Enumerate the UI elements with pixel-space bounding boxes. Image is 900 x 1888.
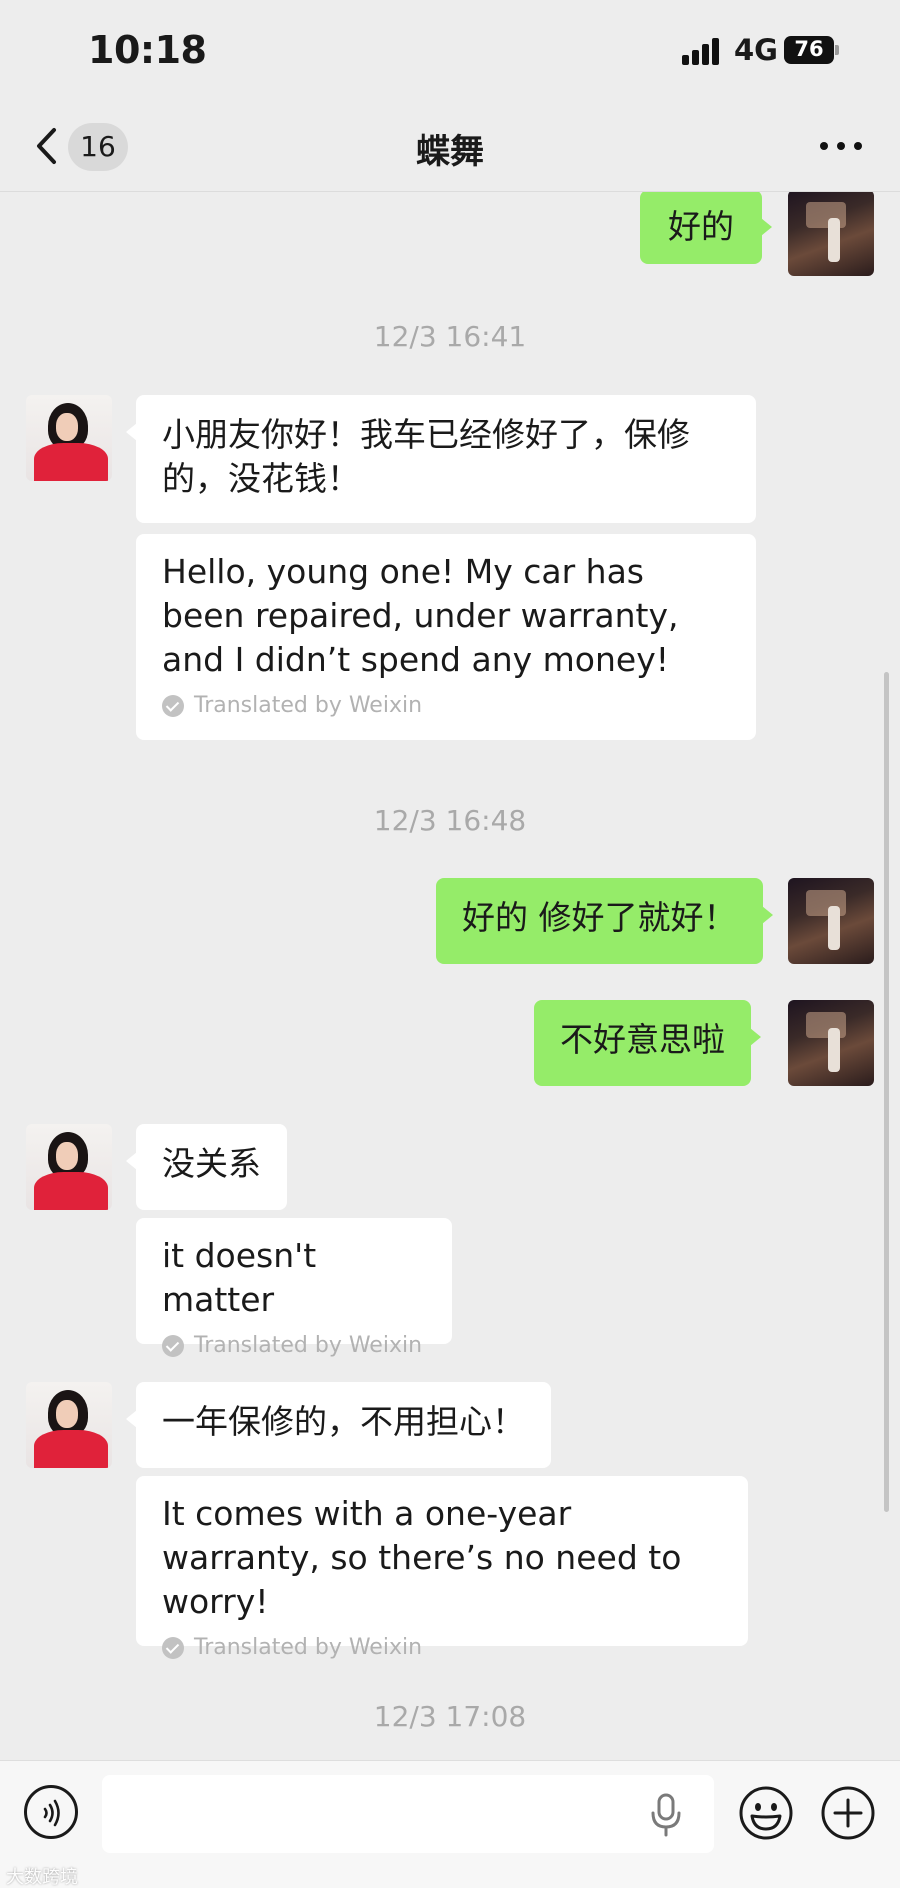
contact-avatar[interactable] bbox=[26, 1382, 112, 1468]
translation-card[interactable]: It comes with a one-year warranty, so th… bbox=[136, 1476, 748, 1660]
timestamp: 12/3 16:41 bbox=[373, 320, 527, 353]
my-avatar[interactable] bbox=[788, 1000, 874, 1086]
check-icon bbox=[162, 1637, 184, 1659]
translation-tag: Translated by Weixin bbox=[162, 1634, 722, 1662]
translation-text: it doesn't matter bbox=[162, 1236, 317, 1319]
watermark-text: 大数跨境 bbox=[6, 1867, 78, 1888]
chat-header: 16 蝶舞 bbox=[0, 100, 900, 192]
message-bubble-outgoing[interactable]: 好的 bbox=[640, 190, 772, 264]
translation-tag: Translated by Weixin bbox=[162, 692, 730, 720]
unread-count-badge[interactable]: 16 bbox=[68, 123, 128, 171]
status-bar: 10:18 4G 76 bbox=[0, 0, 900, 100]
message-bubble-incoming[interactable]: 一年保修的，不用担心！ bbox=[126, 1382, 551, 1468]
message-bubble-incoming[interactable]: 没关系 bbox=[126, 1124, 287, 1210]
translation-card[interactable]: Hello, young one! My car has been repair… bbox=[136, 534, 756, 740]
translated-by-label: Translated by Weixin bbox=[194, 1635, 423, 1660]
network-type: 4G bbox=[734, 33, 778, 67]
emoji-icon[interactable] bbox=[738, 1785, 794, 1841]
voice-icon[interactable] bbox=[24, 1785, 78, 1839]
microphone-icon[interactable] bbox=[648, 1791, 684, 1839]
translation-text: It comes with a one-year warranty, so th… bbox=[162, 1494, 682, 1621]
battery-level: 76 bbox=[794, 37, 824, 61]
contact-avatar[interactable] bbox=[26, 1124, 112, 1210]
signal-icon bbox=[682, 37, 724, 65]
status-time: 10:18 bbox=[88, 28, 207, 72]
input-bar: 大数跨境 bbox=[0, 1760, 900, 1888]
translation-card[interactable]: it doesn't matter Translated by Weixin bbox=[136, 1218, 452, 1358]
message-bubble-outgoing[interactable]: 不好意思啦 bbox=[534, 1000, 761, 1086]
chat-title: 蝶舞 bbox=[416, 132, 484, 172]
my-avatar[interactable] bbox=[788, 878, 874, 964]
message-bubble-outgoing[interactable]: 好的 修好了就好！ bbox=[436, 878, 772, 964]
more-icon[interactable] bbox=[820, 140, 864, 152]
chat-screen: 10:18 4G 76 16 蝶舞 好的 12/3 16:41 小朋友你好！我车… bbox=[0, 0, 900, 1888]
message-list[interactable]: 好的 12/3 16:41 小朋友你好！我车已经修好了，保修的，没花钱！ Hel… bbox=[0, 190, 900, 1760]
message-input[interactable] bbox=[102, 1775, 714, 1853]
check-icon bbox=[162, 1335, 184, 1357]
message-bubble-incoming[interactable]: 小朋友你好！我车已经修好了，保修的，没花钱！ bbox=[126, 395, 756, 523]
translated-by-label: Translated by Weixin bbox=[194, 693, 423, 718]
translation-text: Hello, young one! My car has been repair… bbox=[162, 552, 679, 679]
timestamp: 12/3 17:08 bbox=[373, 1700, 527, 1733]
scrollbar[interactable] bbox=[884, 672, 889, 1512]
back-chevron-icon[interactable] bbox=[30, 124, 66, 168]
contact-avatar[interactable] bbox=[26, 395, 112, 481]
battery-icon: 76 bbox=[784, 36, 840, 64]
translated-by-label: Translated by Weixin bbox=[194, 1333, 423, 1358]
timestamp: 12/3 16:48 bbox=[373, 804, 527, 837]
check-icon bbox=[162, 695, 184, 717]
plus-icon[interactable] bbox=[820, 1785, 876, 1841]
translation-tag: Translated by Weixin bbox=[162, 1332, 426, 1360]
my-avatar[interactable] bbox=[788, 190, 874, 276]
